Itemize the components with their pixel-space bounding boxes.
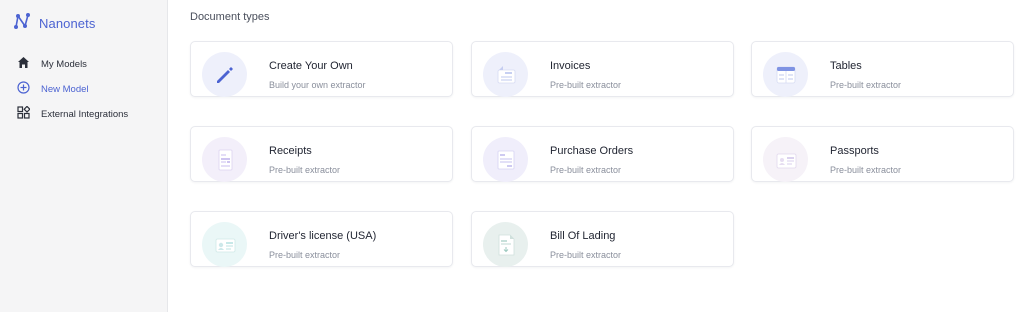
card-title: Receipts — [269, 145, 312, 157]
table-icon — [763, 52, 808, 97]
card-subtitle: Pre-built extractor — [550, 165, 622, 175]
sidebar-item-label: New Model — [41, 84, 89, 95]
integrations-icon — [17, 105, 31, 124]
card-create-your-own[interactable]: Create Your Own Build your own extractor — [190, 41, 453, 97]
card-title: Create Your Own — [269, 60, 353, 72]
brand[interactable]: Nanonets — [0, 12, 167, 34]
sidebar-item-label: External Integrations — [41, 109, 129, 120]
receipt-icon — [202, 137, 247, 182]
nanonets-logo-icon — [13, 12, 31, 35]
card-subtitle: Pre-built extractor — [269, 165, 341, 175]
sidebar-item-my-models[interactable]: My Models — [0, 52, 167, 77]
card-title: Invoices — [550, 60, 591, 72]
sidebar-item-external-integrations[interactable]: External Integrations — [0, 102, 167, 127]
card-title: Purchase Orders — [550, 145, 634, 157]
plus-circle-icon — [17, 80, 30, 99]
card-bill-of-lading[interactable]: Bill Of Lading Pre-built extractor — [471, 211, 734, 267]
home-icon — [17, 56, 30, 74]
app-root: Nanonets My Models New Model External In… — [0, 0, 1024, 312]
brand-name: Nanonets — [39, 15, 96, 31]
sidebar-item-label: My Models — [41, 59, 87, 70]
section-title: Document types — [190, 11, 270, 23]
purchase-order-icon — [483, 137, 528, 182]
card-subtitle: Pre-built extractor — [830, 80, 902, 90]
card-title: Bill Of Lading — [550, 230, 616, 242]
card-subtitle: Build your own extractor — [269, 80, 366, 90]
card-title: Driver's license (USA) — [269, 230, 377, 242]
card-tables[interactable]: Tables Pre-built extractor — [751, 41, 1014, 97]
sidebar-item-new-model[interactable]: New Model — [0, 77, 167, 102]
card-passports[interactable]: Passports Pre-built extractor — [751, 126, 1014, 182]
card-subtitle: Pre-built extractor — [269, 250, 341, 260]
bill-of-lading-icon — [483, 222, 528, 267]
main-content: Document types Create Your Own Build you… — [168, 0, 1024, 312]
card-receipts[interactable]: Receipts Pre-built extractor — [190, 126, 453, 182]
pencil-icon — [202, 52, 247, 97]
drivers-license-icon — [202, 222, 247, 267]
passport-icon — [763, 137, 808, 182]
invoice-icon — [483, 52, 528, 97]
card-invoices[interactable]: Invoices Pre-built extractor — [471, 41, 734, 97]
card-subtitle: Pre-built extractor — [830, 165, 902, 175]
card-subtitle: Pre-built extractor — [550, 250, 622, 260]
card-drivers-license[interactable]: Driver's license (USA) Pre-built extract… — [190, 211, 453, 267]
card-purchase-orders[interactable]: Purchase Orders Pre-built extractor — [471, 126, 734, 182]
card-title: Passports — [830, 145, 879, 157]
sidebar: Nanonets My Models New Model External In… — [0, 0, 168, 312]
card-subtitle: Pre-built extractor — [550, 80, 622, 90]
card-title: Tables — [830, 60, 862, 72]
